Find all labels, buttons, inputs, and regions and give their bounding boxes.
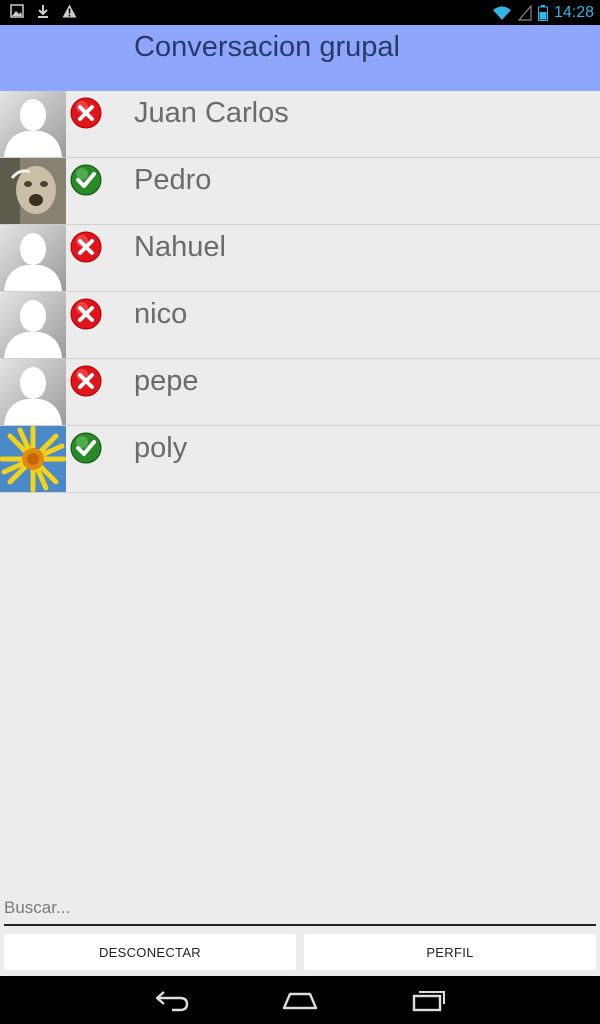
search-input[interactable] bbox=[4, 892, 596, 924]
contact-name: Nahuel bbox=[134, 231, 226, 263]
home-icon[interactable] bbox=[282, 988, 318, 1012]
contact-name: nico bbox=[134, 298, 188, 330]
contact-row[interactable]: Pedro bbox=[0, 158, 600, 225]
app-header: Conversacion grupal bbox=[0, 25, 600, 91]
contact-name: pepe bbox=[134, 365, 199, 397]
download-icon bbox=[38, 5, 48, 18]
search-field-container bbox=[4, 892, 596, 926]
default-avatar-icon bbox=[0, 91, 66, 157]
contact-row[interactable]: poly bbox=[0, 426, 600, 493]
default-avatar-icon bbox=[0, 292, 66, 358]
signal-icon bbox=[517, 4, 532, 21]
offline-x-icon bbox=[70, 97, 102, 129]
offline-x-icon bbox=[70, 298, 102, 330]
photo-flower-icon bbox=[0, 426, 66, 492]
wifi-icon bbox=[492, 6, 511, 20]
contact-name: poly bbox=[134, 432, 188, 464]
status-time: 14:28 bbox=[553, 3, 594, 21]
back-icon[interactable] bbox=[154, 988, 190, 1012]
photo-face-icon bbox=[0, 158, 66, 224]
offline-x-icon bbox=[70, 231, 102, 263]
disconnect-button[interactable]: DESCONECTAR bbox=[4, 934, 296, 970]
recent-apps-icon[interactable] bbox=[410, 988, 446, 1012]
offline-x-icon bbox=[70, 365, 102, 397]
status-bar: 14:28 bbox=[0, 0, 600, 25]
image-notification-icon bbox=[10, 4, 24, 18]
contact-name: Juan Carlos bbox=[134, 97, 289, 129]
contact-row[interactable]: Nahuel bbox=[0, 225, 600, 292]
page-title: Conversacion grupal bbox=[134, 31, 400, 63]
contact-row[interactable]: Juan Carlos bbox=[0, 91, 600, 158]
online-check-icon bbox=[70, 432, 102, 464]
navigation-bar bbox=[0, 976, 600, 1024]
default-avatar-icon bbox=[0, 225, 66, 291]
battery-icon bbox=[537, 4, 548, 21]
profile-button[interactable]: PERFIL bbox=[304, 934, 596, 970]
contact-row[interactable]: pepe bbox=[0, 359, 600, 426]
contact-name: Pedro bbox=[134, 164, 212, 196]
warning-icon bbox=[62, 4, 77, 18]
contact-list: Juan Carlos Pedro Nahuel nico pepe poly bbox=[0, 91, 600, 493]
default-avatar-icon bbox=[0, 359, 66, 425]
contact-row[interactable]: nico bbox=[0, 292, 600, 359]
online-check-icon bbox=[70, 164, 102, 196]
